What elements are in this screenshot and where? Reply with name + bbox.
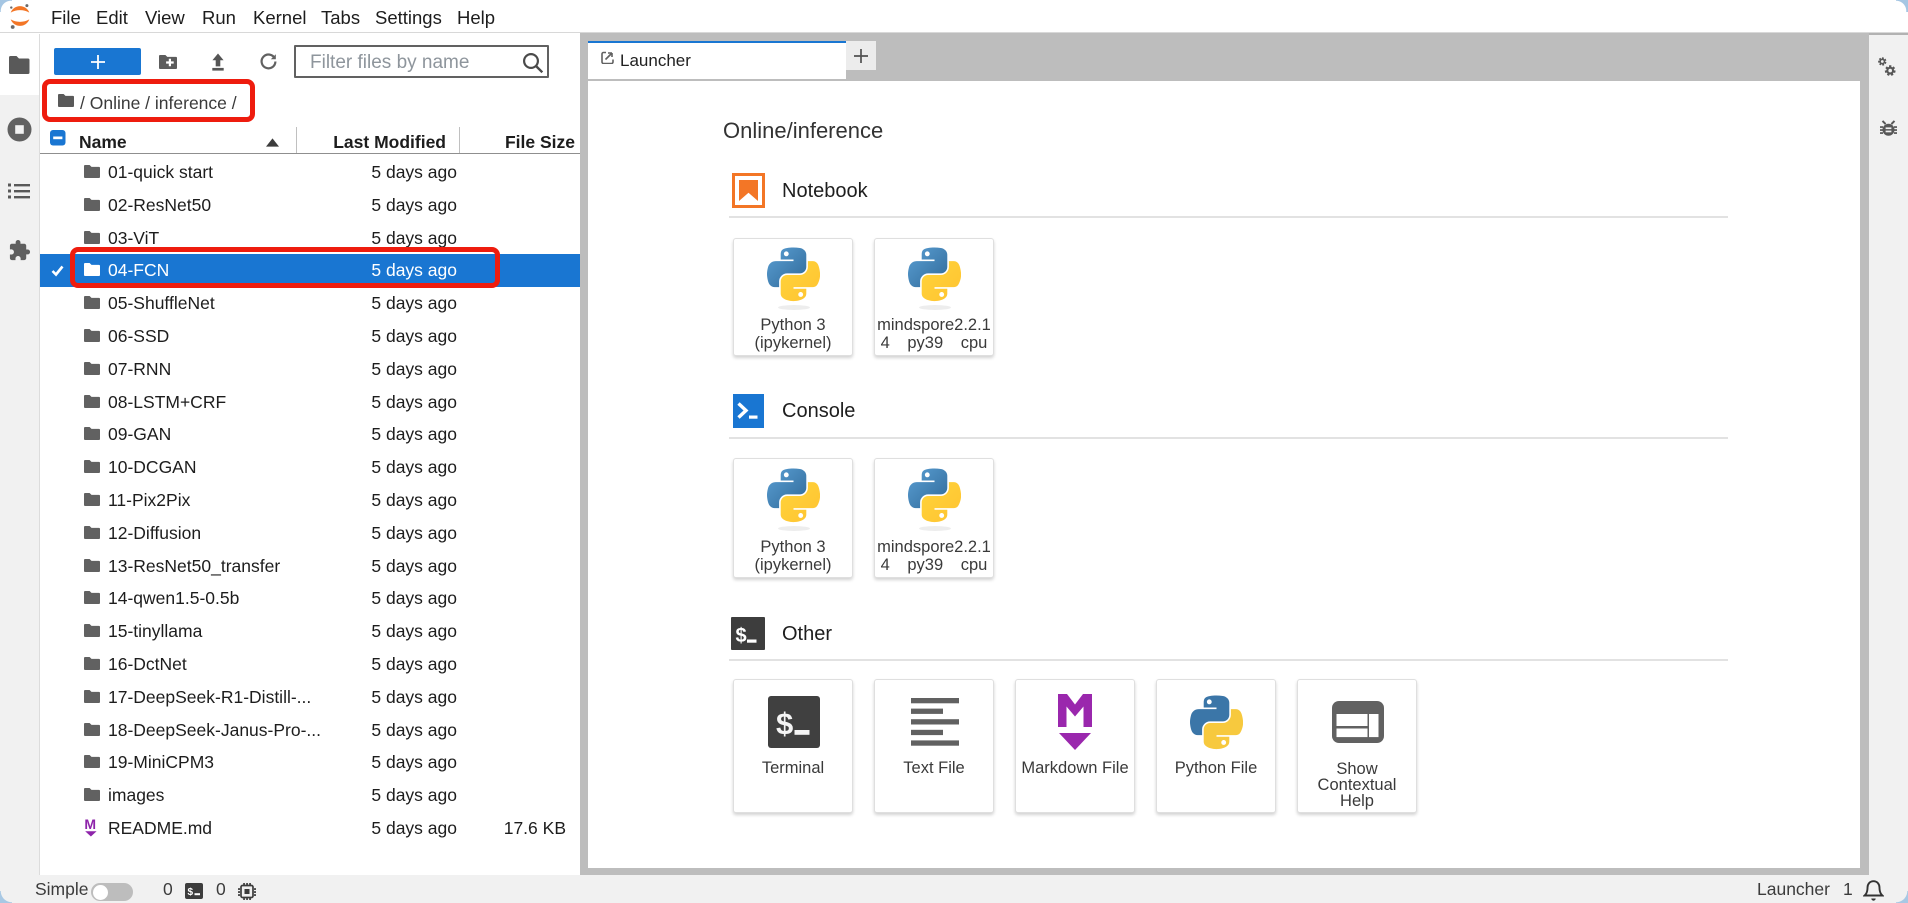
svg-text:$: $ <box>776 706 793 741</box>
svg-text:$: $ <box>736 625 747 647</box>
svg-text:M: M <box>84 818 96 832</box>
svg-text:$: $ <box>188 887 194 898</box>
